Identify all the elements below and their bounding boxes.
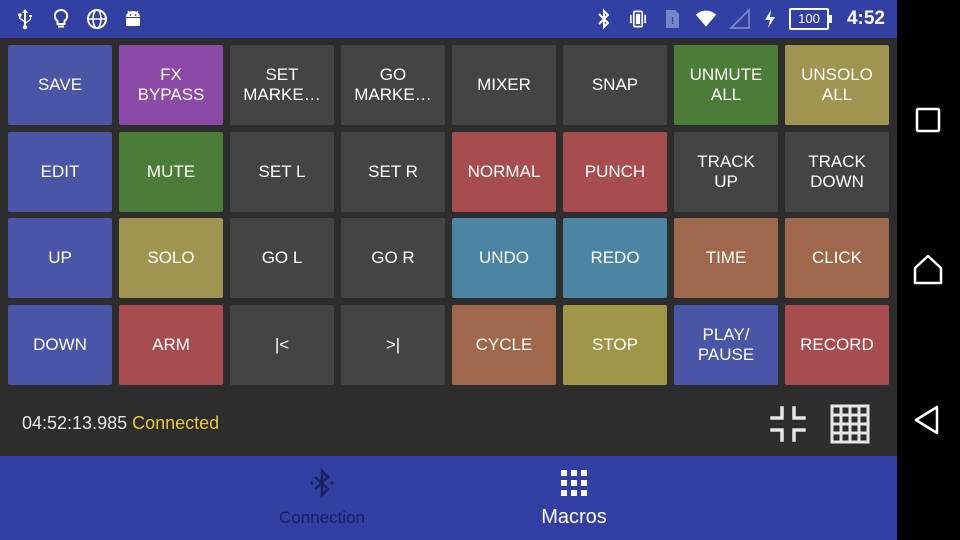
signal-icon — [728, 7, 751, 31]
macro-button-mute-9[interactable]: MUTE — [119, 131, 223, 212]
macro-button-grid: SAVE FX BYPASS SET MARKE… GO MARKE… MIXER SNA… — [8, 45, 890, 385]
macro-button-unsolo-all-7[interactable]: UNSOLO ALL — [785, 45, 889, 125]
charging-icon — [763, 7, 777, 31]
macro-button-undo-20[interactable]: UNDO — [452, 218, 556, 298]
info-bar: 04:52:13.985 Connected — [0, 393, 897, 456]
macro-button-normal-12[interactable]: NORMAL — [452, 131, 556, 212]
connection-status: Connected — [132, 413, 220, 433]
macro-button-punch-13[interactable]: PUNCH — [563, 131, 667, 212]
sim-icon: ! — [661, 7, 683, 31]
back-icon[interactable] — [911, 403, 945, 437]
vibrate-icon — [627, 7, 649, 31]
macro-button-edit-8[interactable]: EDIT — [8, 131, 112, 212]
macro-button-record-31[interactable]: RECORD — [785, 304, 889, 385]
bluetooth-icon — [593, 7, 615, 31]
macro-button-down-24[interactable]: DOWN — [8, 304, 112, 385]
timecode: 04:52:13.985 — [22, 413, 128, 433]
macro-button-unmute-all-6[interactable]: UNMUTE ALL — [674, 45, 778, 125]
macro-button-set-l-10[interactable]: SET L — [230, 131, 334, 212]
macro-button-track-down-15[interactable]: TRACK DOWN — [785, 131, 889, 212]
macro-button-redo-21[interactable]: REDO — [563, 218, 667, 298]
macro-button-set-marke-2[interactable]: SET MARKE… — [230, 45, 334, 125]
macro-button-up-16[interactable]: UP — [8, 218, 112, 298]
nav-macros[interactable]: Macros — [474, 456, 674, 540]
macro-button-track-up-14[interactable]: TRACK UP — [674, 131, 778, 212]
wifi-icon — [695, 7, 717, 31]
macro-button-fx-bypass-1[interactable]: FX BYPASS — [119, 45, 223, 125]
macro-button-btn-27[interactable]: >| — [341, 304, 445, 385]
nav-connection-label: Connection — [278, 508, 365, 527]
globe-icon — [86, 7, 108, 31]
timecode-row: 04:52:13.985 Connected — [22, 413, 219, 434]
nav-connection[interactable]: Connection — [222, 456, 422, 540]
macro-button-save-0[interactable]: SAVE — [8, 45, 112, 125]
macro-button-cycle-28[interactable]: CYCLE — [452, 304, 556, 385]
macro-button-arm-25[interactable]: ARM — [119, 304, 223, 385]
usb-icon — [14, 7, 36, 31]
home-icon[interactable] — [911, 253, 945, 287]
svg-text:!: ! — [671, 16, 674, 27]
macro-button-solo-17[interactable]: SOLO — [119, 218, 223, 298]
system-navigation-bar — [897, 0, 960, 540]
bluetooth-icon — [307, 467, 337, 499]
grid-icon[interactable] — [830, 404, 870, 444]
status-right-icons: ! 100 4:52 — [593, 7, 885, 31]
macro-button-go-r-19[interactable]: GO R — [341, 218, 445, 298]
lightbulb-icon — [50, 7, 72, 31]
android-icon — [122, 7, 144, 31]
macro-button-stop-29[interactable]: STOP — [563, 304, 667, 385]
bottom-navigation: Connection Macros — [0, 456, 897, 540]
macro-button-go-l-18[interactable]: GO L — [230, 218, 334, 298]
battery-level: 100 — [788, 8, 832, 30]
grid-dots-icon — [559, 468, 589, 498]
status-left-icons — [14, 7, 144, 31]
macro-button-click-23[interactable]: CLICK — [785, 218, 889, 298]
status-clock: 4:52 — [846, 8, 885, 29]
macro-button-set-r-11[interactable]: SET R — [341, 131, 445, 212]
collapse-icon[interactable] — [768, 404, 808, 444]
macro-button-mixer-4[interactable]: MIXER — [452, 45, 556, 125]
recent-apps-icon[interactable] — [911, 103, 945, 137]
status-bar: ! 100 4:52 — [0, 0, 897, 38]
macro-button-go-marke-3[interactable]: GO MARKE… — [341, 45, 445, 125]
macro-button-time-22[interactable]: TIME — [674, 218, 778, 298]
macro-button-btn-26[interactable]: |< — [230, 304, 334, 385]
macro-button-snap-5[interactable]: SNAP — [563, 45, 667, 125]
macro-button-play-pause-30[interactable]: PLAY/ PAUSE — [674, 304, 778, 385]
app-window: ! 100 4:52 SAVE FX BYPASS SET MARKE… GO MAR… — [0, 0, 897, 540]
nav-macros-label: Macros — [541, 506, 607, 528]
